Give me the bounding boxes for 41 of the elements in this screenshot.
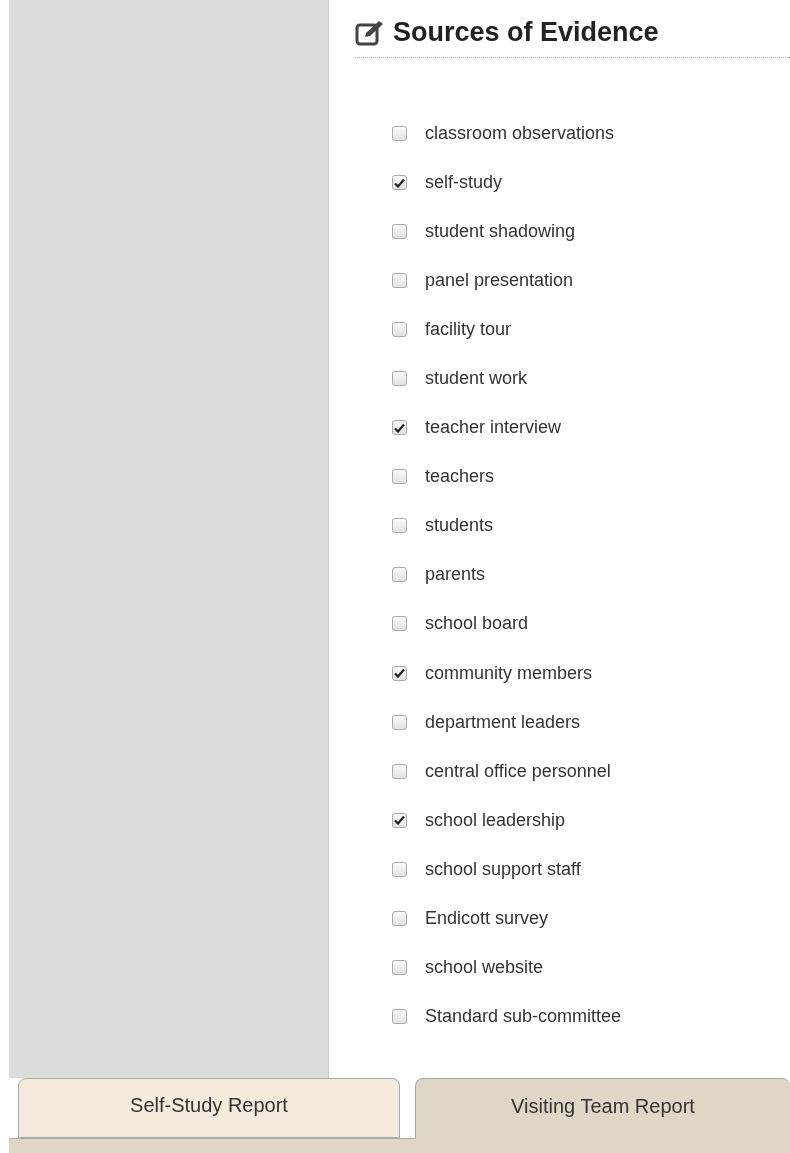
checkbox-label[interactable]: community members xyxy=(425,662,593,684)
checkbox[interactable] xyxy=(392,273,407,289)
checkbox-label[interactable]: classroom observations xyxy=(425,123,615,144)
checkbox[interactable] xyxy=(392,665,407,681)
checkbox-label[interactable]: Standard sub-committee xyxy=(425,1005,622,1027)
checkbox[interactable] xyxy=(392,420,407,436)
checkbox[interactable] xyxy=(392,126,407,141)
checkbox[interactable] xyxy=(392,959,407,975)
section-title: Sources of Evidence xyxy=(393,17,659,48)
checkbox[interactable] xyxy=(392,322,407,338)
checkbox[interactable] xyxy=(392,518,407,534)
checkbox-label[interactable]: central office personnel xyxy=(425,760,611,782)
checkbox-label[interactable]: teacher interview xyxy=(425,417,562,439)
checkbox[interactable] xyxy=(392,175,407,191)
checkbox[interactable] xyxy=(392,1008,407,1024)
report-tab[interactable]: Visiting Team Report xyxy=(415,1078,790,1139)
checkbox[interactable] xyxy=(392,861,407,877)
checkbox-label[interactable]: school leadership xyxy=(425,809,566,831)
checkbox-label[interactable]: school website xyxy=(425,956,544,978)
report-tab[interactable]: Self-Study Report xyxy=(18,1078,400,1138)
checkbox[interactable] xyxy=(392,371,407,387)
checkbox-label[interactable]: school support staff xyxy=(425,858,581,880)
checkbox[interactable] xyxy=(392,616,407,632)
checkbox-label[interactable]: facility tour xyxy=(425,319,512,341)
checkbox-label[interactable]: department leaders xyxy=(425,711,581,733)
checkbox[interactable] xyxy=(392,910,407,926)
checkbox-label[interactable]: Endicott survey xyxy=(425,907,549,929)
checkbox[interactable] xyxy=(392,714,407,730)
checkbox[interactable] xyxy=(392,224,407,240)
checkbox-label[interactable]: teachers xyxy=(425,466,495,488)
checkbox-label[interactable]: school board xyxy=(425,613,529,635)
checkbox-label[interactable]: student shadowing xyxy=(425,221,576,243)
checkbox-label[interactable]: self-study xyxy=(425,172,503,194)
checkbox-label[interactable]: parents xyxy=(425,564,486,586)
checkbox-label[interactable]: students xyxy=(425,515,494,537)
checkbox[interactable] xyxy=(392,567,407,583)
checkbox-label[interactable]: panel presentation xyxy=(425,270,574,292)
checkbox-label[interactable]: student work xyxy=(425,368,528,390)
checkbox[interactable] xyxy=(392,763,407,779)
checkbox[interactable] xyxy=(392,812,407,828)
checkbox[interactable] xyxy=(392,469,407,485)
